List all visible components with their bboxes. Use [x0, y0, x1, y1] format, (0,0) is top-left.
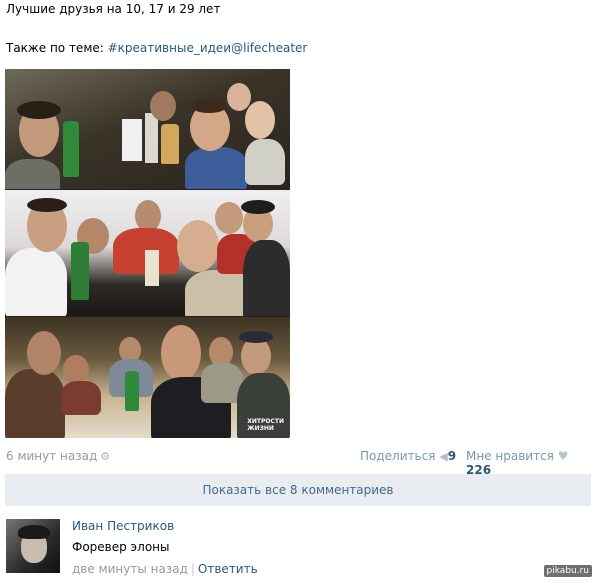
comment-time[interactable]: две минуты назад: [72, 562, 188, 576]
reply-link[interactable]: Ответить: [198, 562, 258, 576]
avatar[interactable]: [6, 519, 60, 573]
megaphone-icon: ◀: [439, 450, 448, 463]
post-photo[interactable]: ХИТРОСТИ ЖИЗНИ: [5, 69, 290, 438]
photo-logo: ХИТРОСТИ ЖИЗНИ: [247, 418, 284, 432]
heart-icon: ♥: [557, 449, 569, 463]
related-tag-link[interactable]: #креативные_идеи@lifecheater: [108, 41, 308, 55]
photo-panel-age-29: ХИТРОСТИ ЖИЗНИ: [5, 317, 290, 438]
share-button[interactable]: Поделиться ◀9: [360, 449, 456, 463]
photo-panel-age-10: [5, 69, 290, 189]
meta-divider: |: [190, 562, 195, 576]
photo-panel-age-17: [5, 190, 290, 316]
post-meta: 6 минут назад ⚙: [6, 449, 110, 463]
gear-icon[interactable]: ⚙: [100, 450, 110, 463]
show-all-comments-button[interactable]: Показать все 8 комментариев: [5, 474, 591, 506]
like-button[interactable]: Мне нравится ♥ 226: [466, 449, 596, 477]
share-label: Поделиться: [360, 449, 436, 463]
related-line: Также по теме: #креативные_идеи@lifechea…: [6, 41, 307, 55]
watermark: pikabu.ru: [543, 565, 592, 577]
share-count: 9: [447, 449, 457, 463]
like-label: Мне нравится: [466, 449, 554, 463]
comment-author[interactable]: Иван Пестриков: [72, 519, 174, 533]
post-title: Лучшие друзья на 10, 17 и 29 лет: [6, 2, 221, 16]
comment-text: Форевер элоны: [72, 540, 170, 554]
comment-meta: две минуты назад | Ответить: [72, 562, 258, 576]
post-time[interactable]: 6 минут назад: [6, 449, 97, 463]
related-prefix: Также по теме:: [6, 41, 108, 55]
